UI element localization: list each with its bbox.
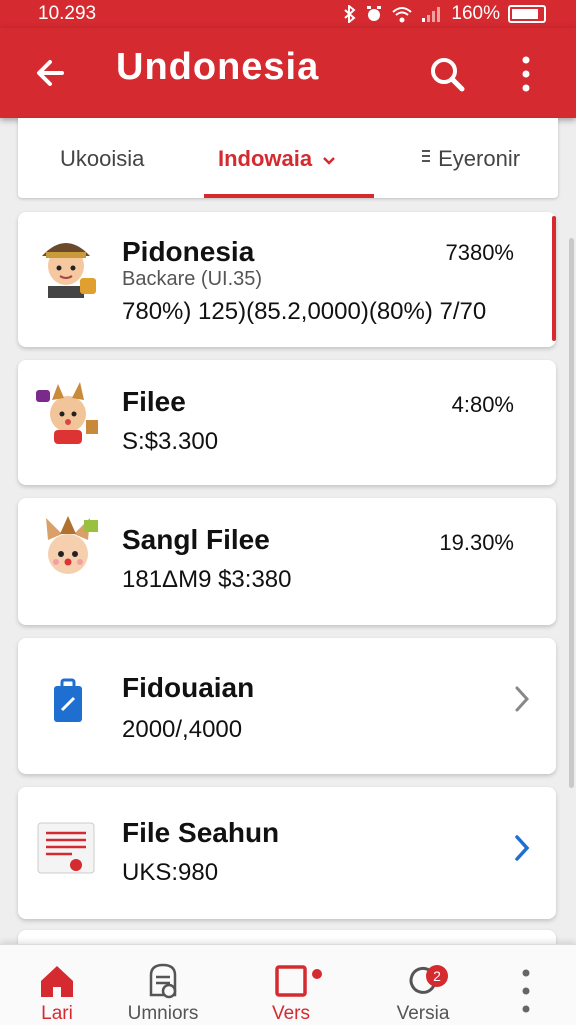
avatar-icon bbox=[46, 516, 98, 574]
page-title: Undonesia bbox=[116, 46, 320, 88]
item-subtitle: Backare (UI.35) bbox=[122, 268, 263, 290]
tab-indowaia[interactable]: Indowaia bbox=[218, 146, 336, 172]
bottom-nav: Lari Umniors Vers Versia 2 bbox=[0, 944, 576, 1025]
list-item[interactable]: File Seahun UKS:980 bbox=[18, 787, 556, 919]
item-name: File Seahun bbox=[122, 817, 280, 848]
notification-dot bbox=[312, 969, 322, 979]
avatar-icon bbox=[36, 382, 98, 444]
chevron-down-icon bbox=[323, 157, 336, 165]
selected-indicator bbox=[552, 216, 556, 341]
item-name: Fidouaian bbox=[122, 672, 255, 703]
item-detail: S:$3.300 bbox=[122, 428, 219, 455]
tab-eyeronir[interactable]: Eyeronir bbox=[420, 146, 520, 172]
document-clock-icon bbox=[149, 963, 177, 999]
item-percent: 19.30% bbox=[439, 530, 514, 555]
home-icon bbox=[41, 966, 73, 997]
wifi-icon bbox=[392, 7, 413, 23]
bluetooth-icon bbox=[344, 5, 356, 23]
list-item[interactable]: Filee 4:80% S:$3.300 bbox=[18, 360, 556, 485]
tab-ukooisia[interactable]: Ukooisia bbox=[60, 146, 144, 172]
nav-label: Lari bbox=[41, 1003, 73, 1024]
document-icon bbox=[37, 822, 95, 874]
status-icons: 160% bbox=[343, 3, 546, 25]
tab-bar: Ukooisia Indowaia Eyeronir bbox=[18, 118, 558, 198]
item-name: Filee bbox=[122, 386, 186, 417]
item-detail: 780%) 125)(85.2,0000)(80%) 7/70 bbox=[122, 298, 487, 325]
nav-item-versia[interactable]: Versia 2 bbox=[368, 953, 478, 1025]
search-icon[interactable] bbox=[428, 55, 466, 93]
chevron-right-icon[interactable] bbox=[512, 684, 532, 714]
nav-item-lari[interactable]: Lari bbox=[2, 953, 112, 1025]
list-item[interactable]: Fidouaian 2000/,4000 bbox=[18, 638, 556, 774]
app-bar: Undonesia bbox=[0, 28, 576, 118]
signal-icon bbox=[422, 7, 441, 22]
notification-badge: 2 bbox=[426, 965, 448, 987]
battery-percent: 160% bbox=[451, 3, 500, 24]
back-arrow-icon[interactable] bbox=[32, 55, 68, 91]
tab-eyeronir-label: Eyeronir bbox=[438, 146, 521, 171]
status-bar: 10.293 160% bbox=[0, 0, 576, 28]
avatar-icon bbox=[42, 243, 96, 298]
scrollbar[interactable] bbox=[569, 238, 574, 788]
list-item[interactable]: Pidonesia 7380% Backare (UI.35) 780%) 12… bbox=[18, 212, 556, 347]
item-name: Pidonesia bbox=[122, 236, 255, 267]
luggage-icon bbox=[54, 678, 82, 722]
status-time: 10.293 bbox=[38, 3, 97, 24]
nav-item-umniors[interactable]: Umniors bbox=[108, 953, 218, 1025]
item-detail: UKS:980 bbox=[122, 859, 219, 886]
nav-label: Versia bbox=[396, 1003, 450, 1024]
tab-indowaia-label: Indowaia bbox=[218, 146, 313, 171]
chevron-right-icon[interactable] bbox=[512, 833, 532, 863]
nav-item-vers[interactable]: Vers bbox=[236, 953, 346, 1025]
item-detail: 181ΔM9 $3:380 bbox=[122, 566, 292, 593]
more-vert-icon[interactable] bbox=[516, 967, 536, 1015]
item-detail: 2000/,4000 bbox=[122, 716, 243, 743]
more-vert-icon[interactable] bbox=[516, 55, 536, 93]
item-name: Sangl Filee bbox=[122, 524, 270, 555]
square-icon bbox=[275, 965, 307, 997]
nav-label: Umniors bbox=[127, 1003, 199, 1024]
nav-label: Vers bbox=[271, 1003, 311, 1024]
list-item[interactable]: Sangl Filee 19.30% 181ΔM9 $3:380 bbox=[18, 498, 556, 625]
battery-icon bbox=[508, 5, 546, 23]
item-percent: 4:80% bbox=[451, 392, 514, 417]
alarm-icon bbox=[367, 6, 382, 21]
tab-indicator bbox=[204, 194, 374, 198]
list-icon bbox=[422, 150, 430, 162]
item-percent: 7380% bbox=[445, 240, 514, 265]
